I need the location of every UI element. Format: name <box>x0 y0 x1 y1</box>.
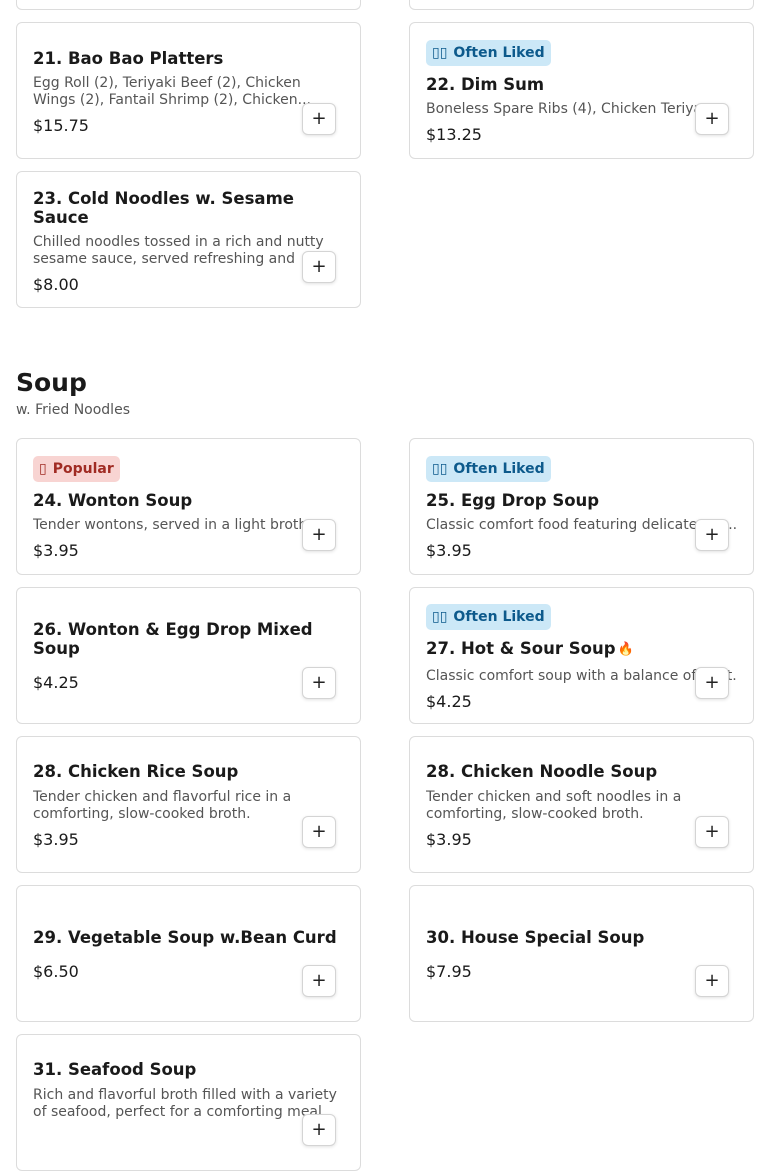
add-to-cart-button[interactable]: + <box>302 965 336 997</box>
menu-item-card[interactable]: 26. Wonton & Egg Drop Mixed Soup $4.25 + <box>16 587 361 724</box>
item-title: 24. Wonton Soup <box>33 491 193 510</box>
popular-icon: ▯ <box>39 461 47 477</box>
item-title: 28. Chicken Rice Soup <box>33 762 239 781</box>
item-description: Rich and flavorful broth filled with a v… <box>33 1087 337 1120</box>
menu-item-card[interactable]: ▯ Popular 24. Wonton Soup Tender wontons,… <box>16 438 361 575</box>
menu-item-card[interactable]: ▯▯ Often Liked 22. Dim Sum Boneless Spare… <box>409 22 754 159</box>
often-liked-badge: ▯▯ Often Liked <box>426 40 551 66</box>
often-liked-icon: ▯▯ <box>432 45 448 61</box>
item-title-text: 27. Hot & Sour Soup <box>426 639 616 658</box>
item-price: $3.95 <box>426 830 472 849</box>
item-title: 21. Bao Bao Platters <box>33 49 224 68</box>
item-price: $3.95 <box>33 541 79 560</box>
add-to-cart-button[interactable]: + <box>695 103 729 135</box>
section-subtitle: w. Fried Noodles <box>16 402 130 418</box>
item-price: $3.95 <box>426 541 472 560</box>
add-to-cart-button[interactable]: + <box>302 519 336 551</box>
item-description: Classic comfort soup with a balance of h… <box>426 668 737 684</box>
item-title: 23. Cold Noodles w. Sesame Sauce <box>33 189 294 227</box>
item-description: Egg Roll (2), Teriyaki Beef (2), Chicken… <box>33 75 311 108</box>
item-price: $6.50 <box>33 962 79 981</box>
menu-item-card[interactable]: ▯▯ Often Liked 25. Egg Drop Soup Classic … <box>409 438 754 575</box>
popular-badge: ▯ Popular <box>33 456 120 482</box>
item-title: 26. Wonton & Egg Drop Mixed Soup <box>33 620 313 658</box>
item-title: 27. Hot & Sour Soup 🔥 <box>426 639 737 659</box>
menu-item-card[interactable]: 30. House Special Soup $7.95 + <box>409 885 754 1022</box>
add-to-cart-button[interactable]: + <box>695 519 729 551</box>
add-to-cart-button[interactable]: + <box>695 667 729 699</box>
item-title: 31. Seafood Soup <box>33 1060 197 1079</box>
menu-item-card[interactable]: 23. Cold Noodles w. Sesame Sauce Chilled… <box>16 171 361 308</box>
menu-item-card[interactable] <box>409 0 754 10</box>
menu-item-card[interactable]: 29. Vegetable Soup w.Bean Curd $6.50 + <box>16 885 361 1022</box>
often-liked-badge: ▯▯ Often Liked <box>426 456 551 482</box>
item-price: $7.95 <box>426 962 472 981</box>
often-liked-icon: ▯▯ <box>432 461 448 477</box>
chili-pepper-icon: 🔥 <box>617 642 634 657</box>
menu-item-card[interactable]: 28. Chicken Noodle Soup Tender chicken a… <box>409 736 754 873</box>
menu-item-card[interactable]: 21. Bao Bao Platters Egg Roll (2), Teriy… <box>16 22 361 159</box>
item-description: Boneless Spare Ribs (4), Chicken Teriyak… <box>426 101 697 117</box>
add-to-cart-button[interactable]: + <box>302 667 336 699</box>
item-price: $8.00 <box>33 275 79 294</box>
item-price: $13.25 <box>426 125 482 144</box>
often-liked-icon: ▯▯ <box>432 609 448 625</box>
item-price: $4.25 <box>426 692 472 711</box>
menu-item-card[interactable] <box>16 0 361 10</box>
item-price: $3.95 <box>33 830 79 849</box>
menu-item-card[interactable]: ▯▯ Often Liked 27. Hot & Sour Soup 🔥 Class… <box>409 587 754 724</box>
item-price: $15.75 <box>33 116 89 135</box>
item-description: Tender chicken and soft noodles in a com… <box>426 789 682 822</box>
item-price: $4.25 <box>33 673 79 692</box>
item-title: 22. Dim Sum <box>426 75 545 94</box>
add-to-cart-button[interactable]: + <box>302 103 336 135</box>
add-to-cart-button[interactable]: + <box>695 965 729 997</box>
add-to-cart-button[interactable]: + <box>302 816 336 848</box>
add-to-cart-button[interactable]: + <box>302 1114 336 1146</box>
add-to-cart-button[interactable]: + <box>302 251 336 283</box>
item-title: 28. Chicken Noodle Soup <box>426 762 658 781</box>
menu-item-card[interactable]: 28. Chicken Rice Soup Tender chicken and… <box>16 736 361 873</box>
item-title: 29. Vegetable Soup w.Bean Curd <box>33 928 337 947</box>
item-description: Classic comfort food featuring delicate … <box>426 517 737 533</box>
item-description: Tender chicken and flavorful rice in a c… <box>33 789 292 822</box>
item-description: Chilled noodles tossed in a rich and nut… <box>33 234 324 267</box>
item-description: Tender wontons, served in a light broth. <box>33 517 304 533</box>
often-liked-badge: ▯▯ Often Liked <box>426 604 551 630</box>
item-title: 25. Egg Drop Soup <box>426 491 600 510</box>
section-title: Soup <box>16 368 87 397</box>
add-to-cart-button[interactable]: + <box>695 816 729 848</box>
menu-item-card[interactable]: 31. Seafood Soup Rich and flavorful brot… <box>16 1034 361 1171</box>
item-title: 30. House Special Soup <box>426 928 645 947</box>
